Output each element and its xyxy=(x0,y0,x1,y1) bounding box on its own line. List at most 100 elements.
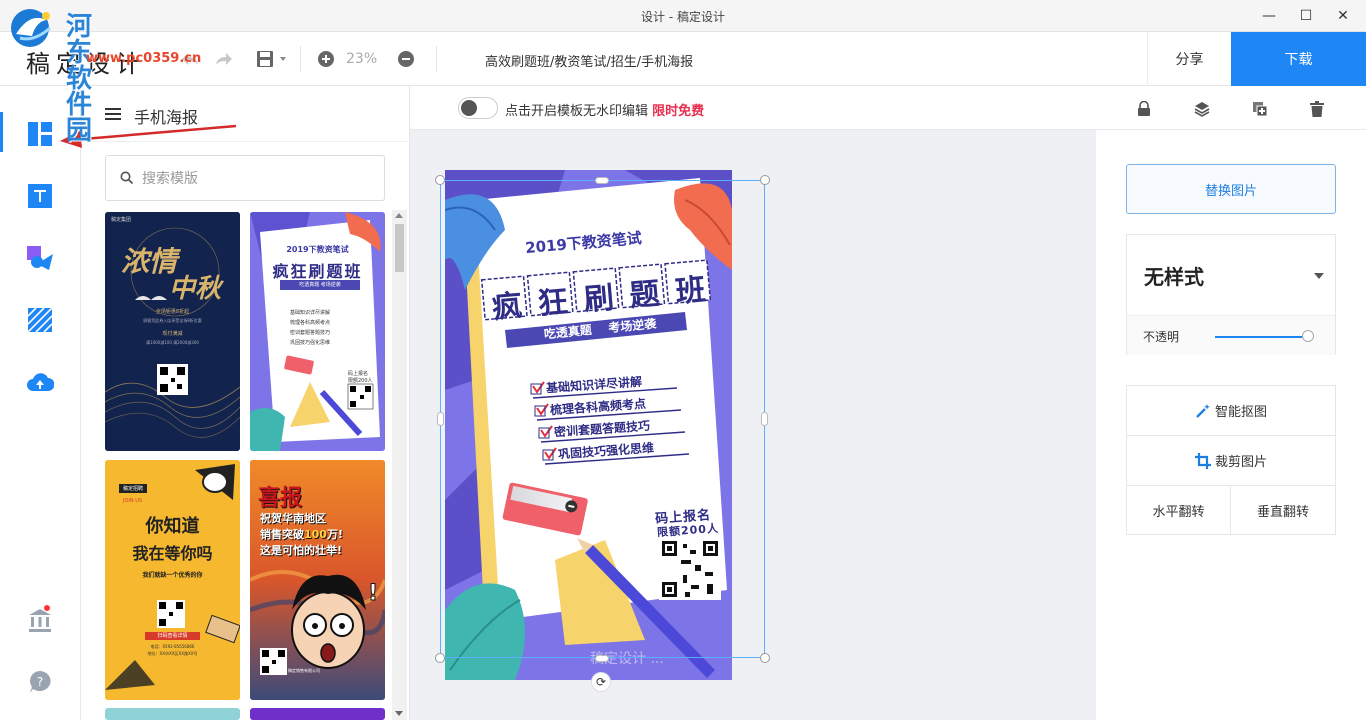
crop-image-button[interactable]: 裁剪图片 xyxy=(1127,436,1335,486)
share-button[interactable]: 分享 xyxy=(1147,32,1231,86)
resize-handle-e[interactable] xyxy=(761,412,768,426)
thumb-tag-2: JOIN US xyxy=(123,498,143,504)
notification-dot xyxy=(44,605,50,611)
thumb-corner-text: 稿定集团 xyxy=(111,217,132,223)
resize-handle-se[interactable] xyxy=(760,653,770,663)
thumb-check-item: 巩固技巧强化思维 xyxy=(290,340,331,346)
style-select[interactable]: 无样式 不透明 xyxy=(1126,234,1336,355)
thumb-headline: 喜报 xyxy=(258,486,303,511)
template-thumb-mid-autumn[interactable]: 稿定集团 浓情 中秋 全场钜惠8折起 顾客凭此券入店享受全场8折优惠 现付满减 … xyxy=(105,212,240,451)
scroll-up-arrow-icon[interactable] xyxy=(395,213,403,218)
thumb-headline-2: 我在等你吗 xyxy=(132,544,213,563)
flip-horizontal-button[interactable]: 水平翻转 xyxy=(1127,486,1231,535)
thumb-line-2a: 销售突破 xyxy=(260,528,304,541)
smart-cutout-label: 智能抠图 xyxy=(1214,405,1267,420)
upload-icon[interactable] xyxy=(26,368,54,396)
watermark-toggle[interactable] xyxy=(458,97,498,119)
template-search[interactable] xyxy=(105,155,385,201)
magic-wand-icon xyxy=(1195,403,1211,419)
style-name: 无样式 xyxy=(1144,265,1204,289)
flip-vertical-button[interactable]: 垂直翻转 xyxy=(1231,486,1335,535)
brand-library-icon[interactable] xyxy=(26,606,54,634)
thumb-tag: 稿定招聘 xyxy=(119,484,148,493)
background-icon[interactable] xyxy=(26,306,54,334)
thumb-info: 全场钜惠8折起 xyxy=(155,309,190,315)
panel-header: 手机海报 xyxy=(81,86,409,142)
scroll-thumb[interactable] xyxy=(395,224,404,272)
selection-box[interactable] xyxy=(440,180,765,658)
image-actions: 智能抠图 裁剪图片 水平翻转 垂直翻转 xyxy=(1126,385,1336,535)
replace-image-button[interactable]: 替换图片 xyxy=(1126,164,1336,214)
element-icon[interactable] xyxy=(26,244,54,272)
opacity-slider-knob[interactable] xyxy=(1302,330,1314,342)
scroll-down-arrow-icon[interactable] xyxy=(395,711,403,716)
resize-handle-sw[interactable] xyxy=(435,653,445,663)
opacity-slider-track[interactable] xyxy=(1215,336,1307,338)
download-button[interactable]: 下载 xyxy=(1231,32,1366,86)
svg-text:?: ? xyxy=(37,675,43,689)
resize-handle-nw[interactable] xyxy=(435,175,445,185)
layer-toolbar xyxy=(1096,86,1366,130)
window-title: 设计 - 稿定设计 xyxy=(641,10,725,24)
chevron-down-icon[interactable] xyxy=(1314,273,1324,279)
menu-icon[interactable] xyxy=(105,108,121,120)
left-rail: ? xyxy=(0,86,81,720)
template-thumb-good-news[interactable]: ! 喜报 祝贺华南地区 销售突破100万! 这是可怕的壮举! 稿定销售有限公司 xyxy=(250,460,385,700)
template-thumb-partial[interactable] xyxy=(105,708,240,720)
panel-scrollbar[interactable] xyxy=(392,210,407,720)
thumb-check-item: 密训套题答题技巧 xyxy=(290,330,331,336)
resize-handle-n[interactable] xyxy=(595,177,609,184)
thumb-cta: 码上报名 xyxy=(348,371,369,377)
thumb-cta-2: 限额200人 xyxy=(348,378,373,384)
window-titlebar: 设计 - 稿定设计 — ☐ ✕ xyxy=(0,0,1366,32)
main-toolbar: 稿定设计 23% 高效刷题班/教资笔试/招生/手机海报 分享 下载 xyxy=(0,32,1366,86)
opacity-row: 不透明 xyxy=(1127,315,1335,355)
lock-icon[interactable] xyxy=(1135,100,1153,118)
watermark-url: www.pc0359.cn xyxy=(86,51,202,66)
layers-icon[interactable] xyxy=(1193,100,1211,118)
property-panel: 替换图片 无样式 不透明 智能抠图 裁剪图片 水平翻转 垂直翻转 xyxy=(1096,130,1366,720)
toolbar-divider xyxy=(436,46,437,72)
rotate-handle-icon[interactable]: ⟳ xyxy=(591,672,611,692)
redo-icon[interactable] xyxy=(212,48,236,70)
thumb-line-2: 销售突破100万! xyxy=(260,526,343,542)
watermark-toggle-label: 点击开启模板无水印编辑 限时免费 xyxy=(505,100,704,119)
canvas-toolbar: 点击开启模板无水印编辑 限时免费 xyxy=(410,86,1151,130)
rail-active-indicator xyxy=(0,112,3,152)
free-tag[interactable]: 限时免费 xyxy=(652,104,704,119)
thumb-info: 顾客凭此券入店享受全场8折优惠 xyxy=(143,318,202,323)
thumb-cta: 扫码查看详情 xyxy=(157,633,188,639)
template-thumb-exam[interactable]: 2019下教资笔试 疯狂刷题班 吃透真题 考场逆袭 基础知识详尽讲解 梳理各科高… xyxy=(250,212,385,451)
duplicate-icon[interactable] xyxy=(1251,100,1269,118)
thumb-corner-text: 稿定销售有限公司 xyxy=(288,668,320,673)
toolbar-divider xyxy=(300,46,301,72)
template-thumb-partial[interactable] xyxy=(250,708,385,720)
help-icon[interactable]: ? xyxy=(26,668,54,696)
thumb-year: 2019下教资笔试 xyxy=(286,245,349,254)
template-icon[interactable] xyxy=(26,120,54,148)
resize-handle-ne[interactable] xyxy=(760,175,770,185)
crop-icon xyxy=(1194,452,1211,469)
thumb-info: 现付满减 xyxy=(162,331,183,337)
thumb-headline: 疯狂刷题班 xyxy=(272,262,363,281)
resize-handle-s[interactable] xyxy=(595,655,609,662)
template-thumb-recruit[interactable]: 稿定招聘 JOIN US 你知道 我在等你吗 我们就缺一个优秀的你 扫码查看详情… xyxy=(105,460,240,700)
close-button[interactable]: ✕ xyxy=(1320,0,1366,32)
zoom-out-icon[interactable] xyxy=(394,48,418,70)
search-input[interactable] xyxy=(142,170,362,186)
zoom-in-icon[interactable] xyxy=(314,48,338,70)
thumb-contact: 电话：0592-85656866 xyxy=(150,644,195,649)
opacity-label: 不透明 xyxy=(1143,330,1180,344)
save-icon[interactable] xyxy=(254,48,292,70)
delete-icon[interactable] xyxy=(1308,100,1326,118)
watermark-toggle-text: 点击开启模板无水印编辑 xyxy=(505,104,649,119)
thumb-line-3: 这是可怕的壮举! xyxy=(260,544,343,557)
thumb-banner: 吃透真题 考场逆袭 xyxy=(280,280,360,290)
panel-title: 手机海报 xyxy=(134,108,199,127)
watermark-name: 河东软件园 xyxy=(66,12,94,146)
resize-handle-w[interactable] xyxy=(437,412,444,426)
text-icon[interactable] xyxy=(26,182,54,210)
smart-cutout-button[interactable]: 智能抠图 xyxy=(1127,386,1335,436)
svg-text:!: ! xyxy=(368,581,378,606)
thumb-headline-2: 中秋 xyxy=(169,274,222,304)
